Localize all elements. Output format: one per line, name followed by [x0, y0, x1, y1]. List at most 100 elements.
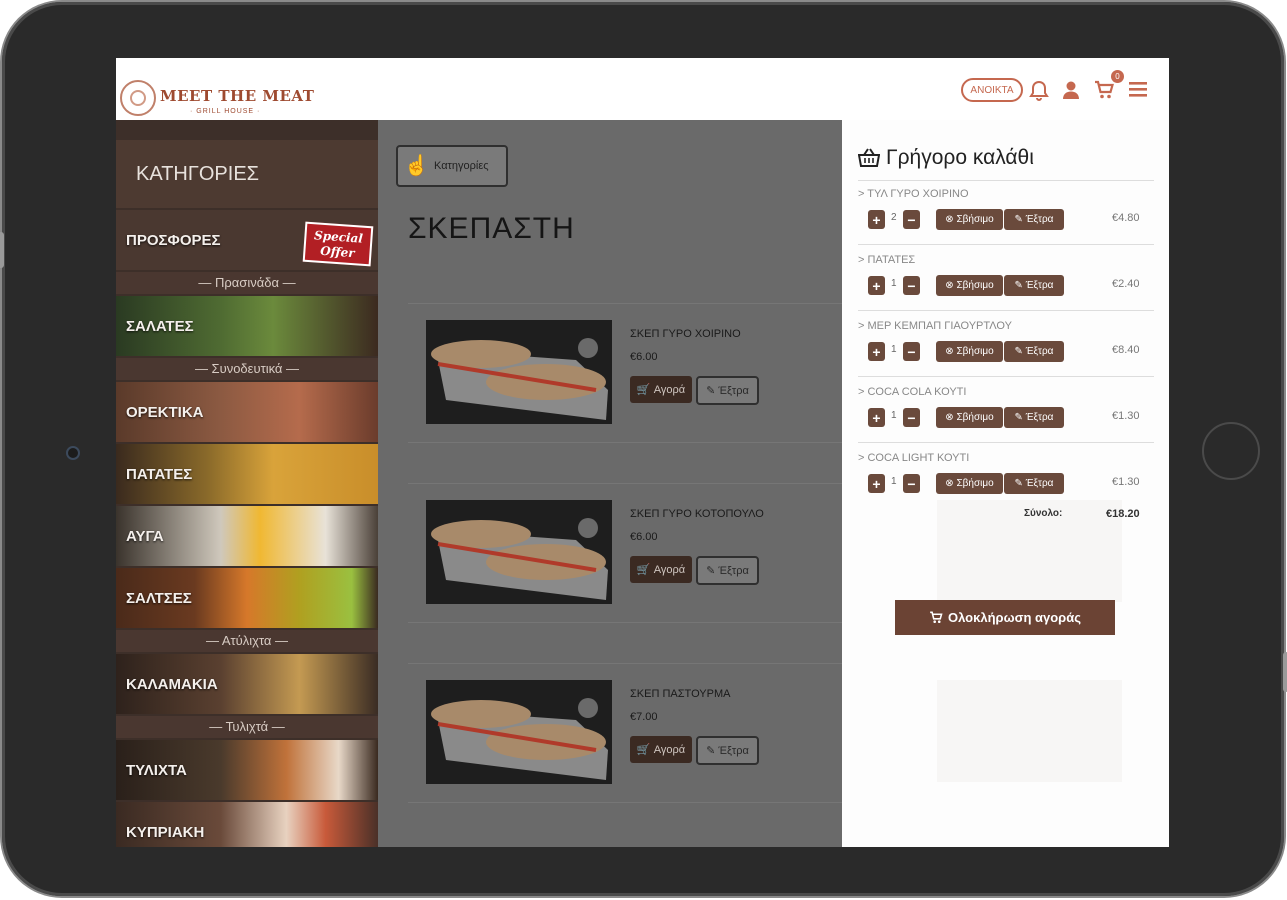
item-extras-label: Έξτρα [1025, 214, 1054, 225]
cart-item-quantity: 1 [891, 410, 897, 421]
sidebar-item-label: ΤΥΛΙΧΤΑ [126, 761, 187, 779]
extras-button[interactable]: ✎ Έξτρα [696, 736, 759, 765]
special-offer-tag: Special Offer [302, 221, 374, 267]
sidebar-item-label: ΚΑΛΑΜΑΚΙΑ [126, 675, 218, 693]
decrease-quantity-button[interactable]: − [903, 342, 920, 361]
product-name: ΣΚΕΠ ΓΥΡΟ ΧΟΙΡΙΝΟ [630, 328, 741, 340]
delete-item-button[interactable]: ⊗ Σβήσιμο [936, 407, 1003, 428]
product-price: €6.00 [630, 351, 658, 363]
checkout-button-label: Ολοκλήρωση αγοράς [948, 610, 1081, 625]
increase-quantity-button[interactable]: + [868, 408, 885, 427]
increase-quantity-button[interactable]: + [868, 474, 885, 493]
decrease-quantity-button[interactable]: − [903, 474, 920, 493]
menu-icon[interactable] [1127, 80, 1149, 102]
delete-item-label: Σβήσιμο [956, 346, 994, 357]
cart-item-name: > ΜΕΡ ΚΕΜΠΑΠ ΓΙΑΟΥΡΤΛΟΥ [858, 320, 1012, 332]
divider [858, 310, 1154, 311]
basket-icon [858, 148, 880, 167]
sidebar-item-label: ΑΥΓΑ [126, 527, 164, 545]
buy-button[interactable]: 🛒 Αγορά [630, 376, 692, 403]
extras-button-label: Έξτρα [718, 744, 749, 757]
increase-quantity-button[interactable]: + [868, 342, 885, 361]
cart-item-price: €8.40 [1112, 344, 1140, 356]
decrease-quantity-button[interactable]: − [903, 210, 920, 229]
increase-quantity-button[interactable]: + [868, 276, 885, 295]
brand-subtitle: · GRILL HOUSE · [190, 108, 261, 115]
product-price: €7.00 [630, 711, 658, 723]
sidebar-item-label: ΣΑΛΤΣΕΣ [126, 589, 192, 607]
delete-item-label: Σβήσιμο [956, 280, 994, 291]
cart-item-price: €2.40 [1112, 278, 1140, 290]
cart-item-quantity: 2 [891, 212, 897, 223]
category-sidebar: ΚΑΤΗΓΟΡΙΕΣ ΠΡΟΣΦΟΡΕΣ Special Offer — Πρα… [116, 120, 378, 847]
cart-icon [930, 611, 943, 624]
increase-quantity-button[interactable]: + [868, 210, 885, 229]
extras-button[interactable]: ✎ Έξτρα [696, 556, 759, 585]
checkout-button[interactable]: Ολοκλήρωση αγοράς [895, 600, 1115, 635]
hand-pointer-icon: ☝ [404, 155, 429, 177]
sidebar-item-skewers[interactable]: ΚΑΛΑΜΑΚΙΑ [116, 654, 378, 714]
product-image[interactable] [426, 320, 612, 424]
categories-toggle-button[interactable]: ☝ Κατηγορίες [396, 145, 508, 187]
cart-item-name: > ΤΥΛ ΓΥΡΟ ΧΟΙΡΙΝΟ [858, 188, 969, 200]
product-list: ☝ Κατηγορίες ΣΚΕΠΑΣΤΗ ΣΚΕΠ ΓΥΡΟ ΧΟΙΡΙΝΟ … [378, 120, 842, 847]
delete-item-button[interactable]: ⊗ Σβήσιμο [936, 275, 1003, 296]
product-card: ΣΚΕΠ ΓΥΡΟ ΚΟΤΟΠΟΥΛΟ €6.00 🛒 Αγορά ✎ Έξτρ… [408, 483, 842, 623]
buy-button-label: Αγορά [653, 743, 686, 756]
item-extras-button[interactable]: ✎ Έξτρα [1004, 473, 1064, 494]
buy-button[interactable]: 🛒 Αγορά [630, 736, 692, 763]
item-extras-button[interactable]: ✎ Έξτρα [1004, 341, 1064, 362]
product-name: ΣΚΕΠ ΠΑΣΤΟΥΡΜΑ [630, 688, 731, 700]
sidebar-item-offers[interactable]: ΠΡΟΣΦΟΡΕΣ Special Offer [116, 210, 378, 270]
cart-icon[interactable] [1093, 80, 1115, 102]
delete-item-button[interactable]: ⊗ Σβήσιμο [936, 473, 1003, 494]
sidebar-item-label: ΠΡΟΣΦΟΡΕΣ [126, 231, 221, 249]
cart-item-price: €1.30 [1112, 410, 1140, 422]
item-extras-button[interactable]: ✎ Έξτρα [1004, 407, 1064, 428]
total-label: Σύνολο: [1024, 508, 1063, 519]
extras-button[interactable]: ✎ Έξτρα [696, 376, 759, 405]
product-image[interactable] [426, 500, 612, 604]
user-icon[interactable] [1060, 80, 1082, 102]
cart-item-name: > ΠΑΤΑΤΕΣ [858, 254, 916, 266]
decrease-quantity-button[interactable]: − [903, 408, 920, 427]
item-extras-button[interactable]: ✎ Έξτρα [1004, 209, 1064, 230]
product-name: ΣΚΕΠ ΓΥΡΟ ΚΟΤΟΠΟΥΛΟ [630, 508, 764, 520]
cart-item-quantity: 1 [891, 278, 897, 289]
product-price: €6.00 [630, 531, 658, 543]
home-button[interactable] [1202, 422, 1260, 480]
buy-button-label: Αγορά [653, 383, 686, 396]
divider [858, 442, 1154, 443]
logo-icon[interactable] [120, 80, 156, 116]
cart-item-quantity: 1 [891, 344, 897, 355]
tablet-volume-button [0, 232, 4, 268]
sidebar-item-cypriot[interactable]: ΚΥΠΡΙΑΚΗ [116, 802, 378, 847]
cart-item-name: > COCA LIGHT ΚΟΥΤΙ [858, 452, 970, 464]
brand-name[interactable]: MEET THE MEAT [160, 87, 314, 105]
delete-item-label: Σβήσιμο [956, 478, 994, 489]
category-divider: — Ατύλιχτα — [116, 630, 378, 652]
sidebar-item-wraps[interactable]: ΤΥΛΙΧΤΑ [116, 740, 378, 800]
bell-icon[interactable] [1028, 80, 1050, 102]
product-image[interactable] [426, 680, 612, 784]
sidebar-item-potatoes[interactable]: ΠΑΤΑΤΕΣ [116, 444, 378, 504]
delete-item-button[interactable]: ⊗ Σβήσιμο [936, 209, 1003, 230]
categories-heading: ΚΑΤΗΓΟΡΙΕΣ [116, 140, 378, 208]
sidebar-item-eggs[interactable]: ΑΥΓΑ [116, 506, 378, 566]
delete-item-button[interactable]: ⊗ Σβήσιμο [936, 341, 1003, 362]
top-bar: MEET THE MEAT · GRILL HOUSE · ΑΝΟΙΚΤΑ 0 [116, 58, 1169, 120]
page-title: ΣΚΕΠΑΣΤΗ [408, 212, 575, 245]
tablet-power-button [1283, 652, 1287, 692]
cart-item-name: > COCA COLA ΚΟΥΤΙ [858, 386, 967, 398]
cart-count-badge: 0 [1111, 70, 1124, 83]
decrease-quantity-button[interactable]: − [903, 276, 920, 295]
buy-button[interactable]: 🛒 Αγορά [630, 556, 692, 583]
item-extras-label: Έξτρα [1025, 478, 1054, 489]
category-divider: — Συνοδευτικά — [116, 358, 378, 380]
sidebar-item-sauces[interactable]: ΣΑΛΤΣΕΣ [116, 568, 378, 628]
sidebar-item-label: ΣΑΛΑΤΕΣ [126, 317, 194, 335]
sidebar-item-appetizers[interactable]: ΟΡΕΚΤΙΚΑ [116, 382, 378, 442]
sidebar-item-salads[interactable]: ΣΑΛΑΤΕΣ [116, 296, 378, 356]
item-extras-button[interactable]: ✎ Έξτρα [1004, 275, 1064, 296]
item-extras-label: Έξτρα [1025, 346, 1054, 357]
